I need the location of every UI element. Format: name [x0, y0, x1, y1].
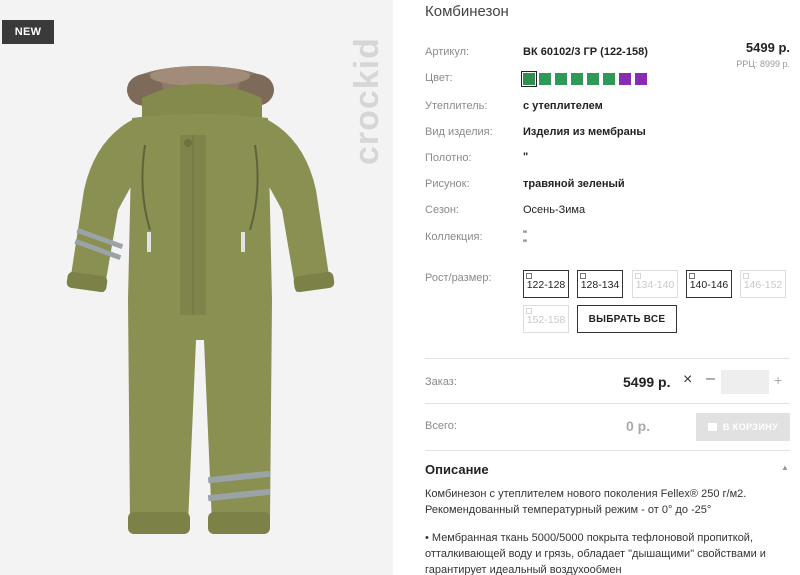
product-price: 5499 р. [745, 40, 790, 55]
total-label: Всего: [425, 420, 457, 432]
color-swatch[interactable] [571, 73, 583, 85]
brand-watermark: crockid [348, 37, 386, 165]
season-label: Сезон: [425, 204, 459, 216]
size-option[interactable]: 128-134 [577, 270, 623, 298]
size-option[interactable]: 134-140 [632, 270, 678, 298]
description-title[interactable]: Описание [425, 462, 489, 477]
divider [425, 403, 790, 404]
cart-icon [707, 423, 717, 431]
insulation-value: с утеплителем [523, 100, 603, 112]
description-line: Комбинезон с утеплителем нового поколени… [425, 488, 747, 500]
color-swatch[interactable] [587, 73, 599, 85]
collection-label: Коллекция: [425, 231, 483, 243]
fabric-value: " [523, 151, 529, 163]
close-icon[interactable]: × [683, 371, 692, 389]
checkbox-icon [526, 273, 532, 279]
product-photo [66, 66, 335, 534]
description-line: Рекомендованный температурный режим - от… [425, 504, 712, 516]
color-swatch[interactable] [635, 73, 647, 85]
select-all-button[interactable]: ВЫБРАТЬ ВСЕ [577, 305, 677, 333]
quantity-decrement-button[interactable]: – [706, 370, 715, 388]
size-option-label: 152-158 [526, 314, 566, 326]
order-price: 5499 р. [623, 374, 671, 390]
checkbox-icon [526, 308, 532, 314]
kind-label: Вид изделия: [425, 126, 493, 138]
size-option[interactable]: 152-158 [523, 305, 569, 333]
checkbox-icon [580, 273, 586, 279]
description-line: отталкивающей воду и грязь, обладает "ды… [425, 548, 766, 560]
size-option[interactable]: 122-128 [523, 270, 569, 298]
quantity-input[interactable] [721, 370, 769, 394]
product-title: Комбинезон [425, 3, 509, 20]
order-label: Заказ: [425, 376, 457, 388]
product-image-panel[interactable]: NEW crockid [0, 0, 393, 575]
size-option-label: 128-134 [580, 279, 620, 291]
pattern-value: травяной зеленый [523, 178, 625, 190]
collection-value-2: " [523, 238, 527, 250]
rrp-price: РРЦ: 8999 р. [736, 59, 790, 69]
kind-value: Изделия из мембраны [523, 126, 646, 138]
checkbox-icon [689, 273, 695, 279]
article-label: Артикул: [425, 46, 470, 58]
size-option[interactable]: 140-146 [686, 270, 732, 298]
size-label: Рост/размер: [425, 272, 492, 284]
color-swatch[interactable] [619, 73, 631, 85]
fabric-label: Полотно: [425, 152, 472, 164]
total-value: 0 р. [626, 418, 651, 434]
description-line: • Мембранная ткань 5000/5000 покрыта теф… [425, 532, 754, 544]
color-swatches [521, 71, 647, 87]
add-to-cart-button[interactable]: В КОРЗИНУ [696, 413, 790, 441]
size-option-label: 122-128 [526, 279, 566, 291]
checkbox-icon [743, 273, 749, 279]
size-option-label: 134-140 [635, 279, 675, 291]
color-swatch[interactable] [555, 73, 567, 85]
color-swatch[interactable] [539, 73, 551, 85]
size-option-label: 146-152 [743, 279, 783, 291]
chevron-up-icon[interactable]: ▲ [781, 463, 789, 472]
quantity-increment-button[interactable]: + [774, 372, 782, 388]
color-swatch[interactable] [603, 73, 615, 85]
checkbox-icon [635, 273, 641, 279]
description-line: гарантирует идеальный воздухообмен [425, 564, 622, 575]
color-swatch[interactable] [521, 71, 537, 87]
color-label: Цвет: [425, 72, 453, 84]
add-to-cart-label: В КОРЗИНУ [722, 422, 779, 432]
insulation-label: Утеплитель: [425, 100, 488, 112]
article-value: ВК 60102/3 ГР (122-158) [523, 46, 648, 58]
divider [425, 450, 790, 451]
new-badge: NEW [2, 20, 54, 44]
pattern-label: Рисунок: [425, 178, 470, 190]
season-value: Осень-Зима [523, 204, 586, 216]
size-option-label: 140-146 [689, 279, 729, 291]
divider [425, 358, 790, 359]
size-option[interactable]: 146-152 [740, 270, 786, 298]
